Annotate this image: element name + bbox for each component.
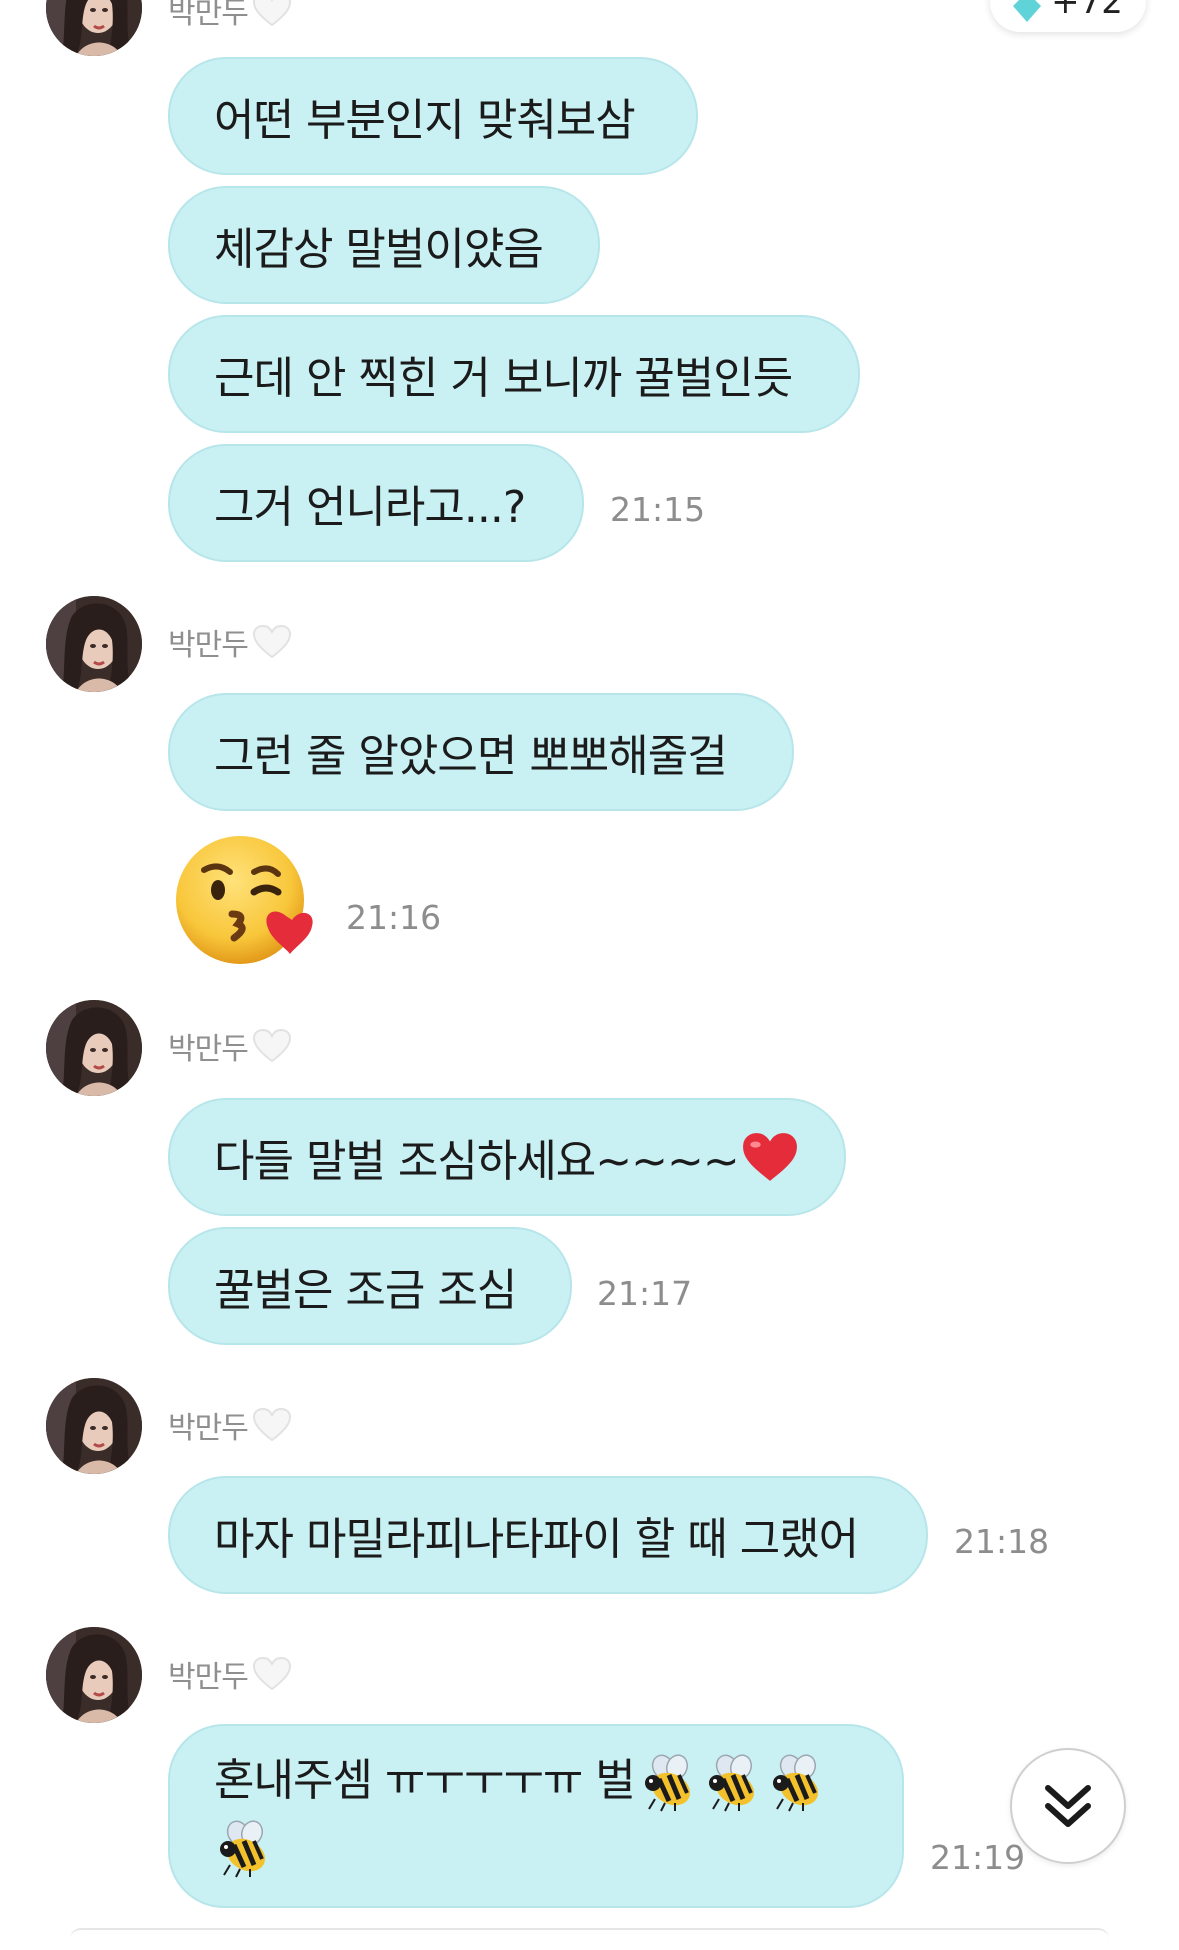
- sender-name: 박만두: [168, 622, 292, 663]
- message-bubble[interactable]: 근데 안 찍힌 거 보니까 꿀벌인듯: [168, 315, 860, 433]
- gem-icon: [1013, 0, 1042, 22]
- message-bubble[interactable]: 그거 언니라고...?: [168, 444, 584, 562]
- message-text: 근데 안 찍힌 거 보니까 꿀벌인듯: [214, 353, 793, 404]
- message-text: 어떤 부분인지 맞춰보삼: [214, 95, 636, 146]
- double-chevron-down-icon: [1045, 1785, 1091, 1827]
- message-time: 21:16: [346, 898, 442, 937]
- message-time: 21:19: [930, 1838, 1026, 1877]
- sender-name: 박만두: [168, 0, 292, 31]
- avatar[interactable]: [46, 1000, 142, 1096]
- message-text: 그거 언니라고...?: [214, 482, 526, 533]
- reward-count: +72: [1051, 0, 1123, 22]
- message-bubble[interactable]: 꿀벌은 조금 조심: [168, 1227, 572, 1345]
- message-bubble[interactable]: 어떤 부분인지 맞춰보삼: [168, 57, 698, 175]
- avatar[interactable]: [46, 1627, 142, 1723]
- message-bubble[interactable]: 마자 마밀라피나타파이 할 때 그랬어: [168, 1476, 928, 1594]
- bee-emoji: [639, 1753, 699, 1813]
- sender-name: 박만두: [168, 1405, 292, 1446]
- message-time: 21:17: [597, 1274, 693, 1313]
- bee-emoji: [214, 1819, 274, 1879]
- scroll-to-bottom-button[interactable]: [1010, 1748, 1126, 1864]
- bee-emoji: [767, 1753, 827, 1813]
- message-bubble[interactable]: 혼내주셈 ㅠㅜㅜㅜㅠ 벌: [168, 1724, 904, 1908]
- avatar[interactable]: [46, 596, 142, 692]
- white-heart-icon: [252, 0, 292, 28]
- message-time: 21:15: [610, 490, 706, 529]
- input-bar-edge: [70, 1928, 1109, 1950]
- kissing-face-emoji[interactable]: [174, 830, 314, 970]
- sender-name: 박만두: [168, 1654, 292, 1695]
- white-heart-icon: [252, 1656, 292, 1692]
- message-bubble[interactable]: 다들 말벌 조심하세요~~~~: [168, 1098, 846, 1216]
- reward-badge[interactable]: +72: [990, 0, 1146, 32]
- red-heart-emoji: [742, 1133, 797, 1181]
- white-heart-icon: [252, 1028, 292, 1064]
- white-heart-icon: [252, 1407, 292, 1443]
- message-text: 체감상 말벌이얐음: [214, 224, 544, 275]
- bee-emoji: [703, 1753, 763, 1813]
- white-heart-icon: [252, 624, 292, 660]
- sender-name: 박만두: [168, 1026, 292, 1067]
- message-text: 마자 마밀라피나타파이 할 때 그랬어: [214, 1514, 859, 1565]
- message-text: 혼내주셈 ㅠㅜㅜㅜㅠ 벌: [214, 1755, 636, 1806]
- message-bubble[interactable]: 그런 줄 알았으면 뽀뽀해줄걸: [168, 693, 794, 811]
- avatar[interactable]: [46, 1378, 142, 1474]
- message-text: 꿀벌은 조금 조심: [214, 1265, 517, 1316]
- message-time: 21:18: [954, 1522, 1050, 1561]
- avatar[interactable]: [46, 0, 142, 56]
- message-bubble[interactable]: 체감상 말벌이얐음: [168, 186, 600, 304]
- message-text: 그런 줄 알았으면 뽀뽀해줄걸: [214, 731, 728, 782]
- message-text: 다들 말벌 조심하세요~~~~: [214, 1136, 740, 1187]
